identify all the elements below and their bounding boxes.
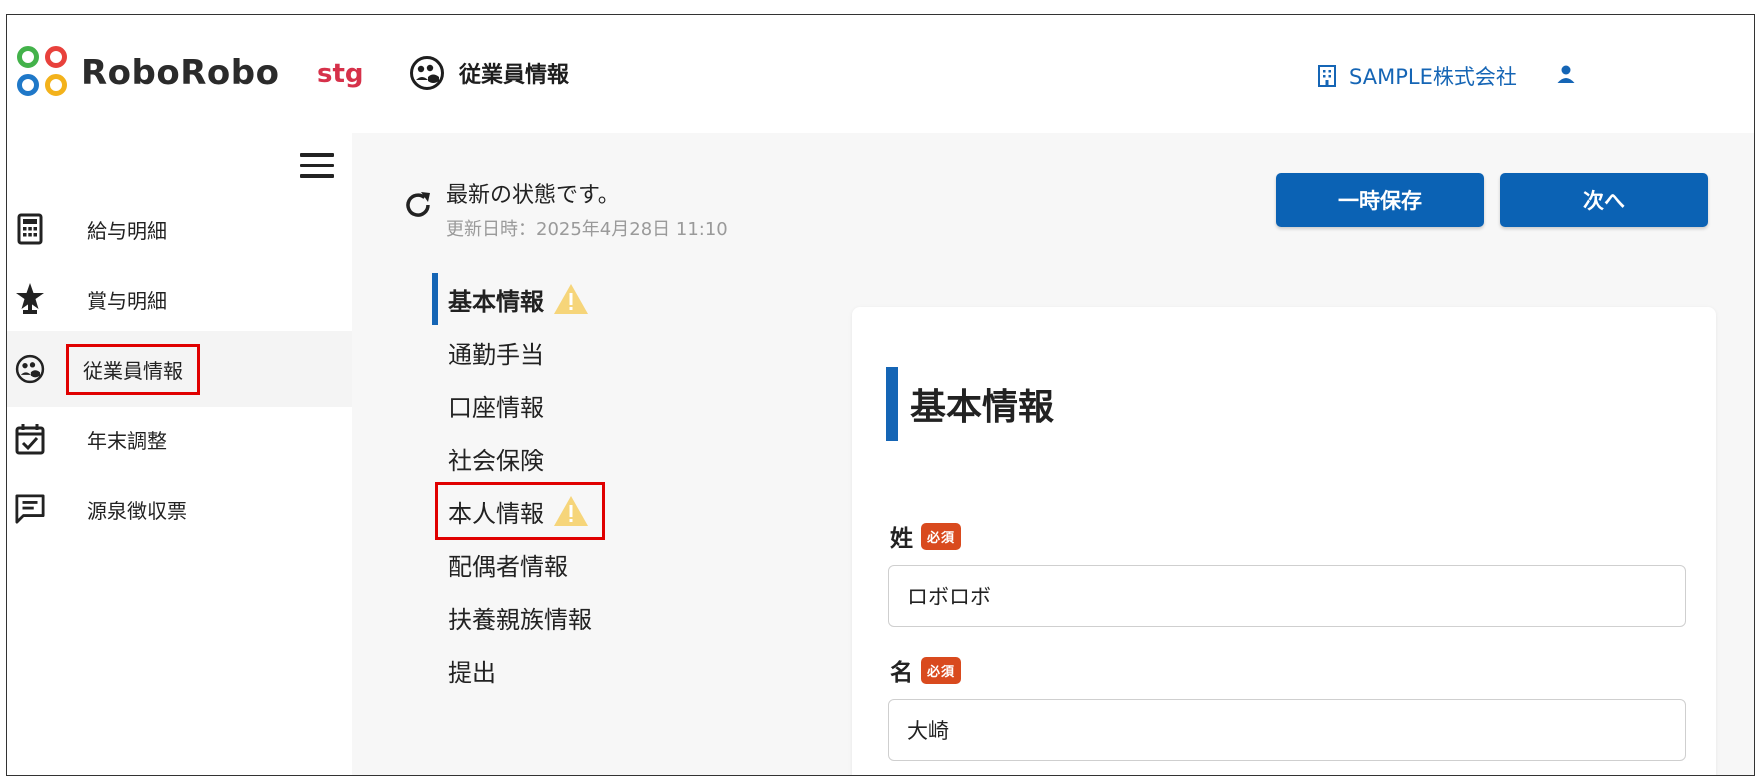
section-nav-commute[interactable]: 通勤手当 <box>432 326 544 378</box>
logo-mark <box>17 46 71 100</box>
section-nav-label: 口座情報 <box>448 393 544 422</box>
page-title-area: 従業員情報 <box>409 55 569 91</box>
refresh-icon[interactable] <box>402 189 434 221</box>
sidebar-item-withholding[interactable]: 源泉徴収票 <box>7 471 352 547</box>
employee-face-icon <box>15 354 45 384</box>
environment-badge: stg <box>317 59 364 89</box>
section-nav-label: 本人情報 <box>448 499 544 528</box>
last-name-input[interactable] <box>888 565 1686 627</box>
building-icon <box>1318 65 1336 87</box>
employee-face-icon <box>410 56 444 90</box>
top-header: RoboRobo stg 従業員情報 SAMPLE株式会社 <box>7 15 1754 133</box>
calendar-check-icon <box>15 424 45 455</box>
app-window: RoboRobo stg 従業員情報 SAMPLE株式会社 給与明細 賞与明細 … <box>6 14 1755 776</box>
app-logo[interactable]: RoboRobo <box>17 46 279 100</box>
section-nav-label: 通勤手当 <box>448 340 544 369</box>
page-title: 従業員情報 <box>459 63 570 88</box>
last-name-label: 姓 必須 <box>890 519 962 553</box>
main-content: 最新の状態です。 更新日時：2025年4月28日 11:10 一時保存 次へ 基… <box>352 133 1754 775</box>
logo-text: RoboRobo <box>81 53 280 93</box>
sidebar-item-label: 給与明細 <box>87 218 167 243</box>
section-nav-label: 基本情報 <box>448 287 544 316</box>
first-name-label: 名 必須 <box>890 653 962 687</box>
user-icon[interactable] <box>1555 63 1577 85</box>
calculator-icon <box>17 213 43 245</box>
sync-status: 最新の状態です。 更新日時：2025年4月28日 11:10 <box>402 177 728 241</box>
required-badge: 必須 <box>921 656 962 684</box>
sidebar-item-bonus[interactable]: 賞与明細 <box>7 261 352 337</box>
status-message: 最新の状態です。 <box>446 183 620 208</box>
sidebar-item-payslip[interactable]: 給与明細 <box>7 191 352 267</box>
card-title: 基本情報 <box>886 367 1054 441</box>
section-nav-label: 扶養親族情報 <box>448 605 592 634</box>
sidebar-item-employee-info[interactable]: 従業員情報 <box>7 331 352 407</box>
section-nav-label: 提出 <box>448 658 496 687</box>
company-name: SAMPLE株式会社 <box>1349 65 1517 89</box>
sidebar: 給与明細 賞与明細 従業員情報 年末調整 源泉徴収票 <box>7 133 352 775</box>
warning-icon <box>554 284 588 314</box>
section-nav-label: 社会保険 <box>448 446 544 475</box>
section-nav-basic-info[interactable]: 基本情報 <box>432 273 590 325</box>
required-badge: 必須 <box>921 522 962 550</box>
warning-icon <box>554 496 588 526</box>
sidebar-item-label: 賞与明細 <box>87 288 167 313</box>
next-button[interactable]: 次へ <box>1500 173 1708 227</box>
temporary-save-button[interactable]: 一時保存 <box>1276 173 1484 227</box>
trophy-star-icon <box>16 283 44 314</box>
updated-timestamp: 更新日時：2025年4月28日 11:10 <box>446 219 728 240</box>
hamburger-menu-icon[interactable] <box>300 153 334 179</box>
section-nav-dependents[interactable]: 扶養親族情報 <box>432 591 592 643</box>
sidebar-item-year-end[interactable]: 年末調整 <box>7 401 352 477</box>
section-nav-personal-info[interactable]: 本人情報 <box>435 482 605 540</box>
company-selector[interactable]: SAMPLE株式会社 <box>1317 61 1517 91</box>
sidebar-item-label: 年末調整 <box>87 428 167 453</box>
section-nav-submit[interactable]: 提出 <box>432 644 496 696</box>
first-name-input[interactable] <box>888 699 1686 761</box>
section-nav-social-insurance[interactable]: 社会保険 <box>432 432 544 484</box>
sidebar-item-label: 従業員情報 <box>66 343 200 395</box>
section-nav-bank[interactable]: 口座情報 <box>432 379 544 431</box>
sidebar-item-label: 源泉徴収票 <box>87 498 187 523</box>
section-nav-spouse[interactable]: 配偶者情報 <box>432 538 568 590</box>
message-icon <box>15 494 45 524</box>
basic-info-card: 基本情報 姓 必須 名 必須 <box>852 307 1716 775</box>
section-nav-label: 配偶者情報 <box>448 552 568 581</box>
